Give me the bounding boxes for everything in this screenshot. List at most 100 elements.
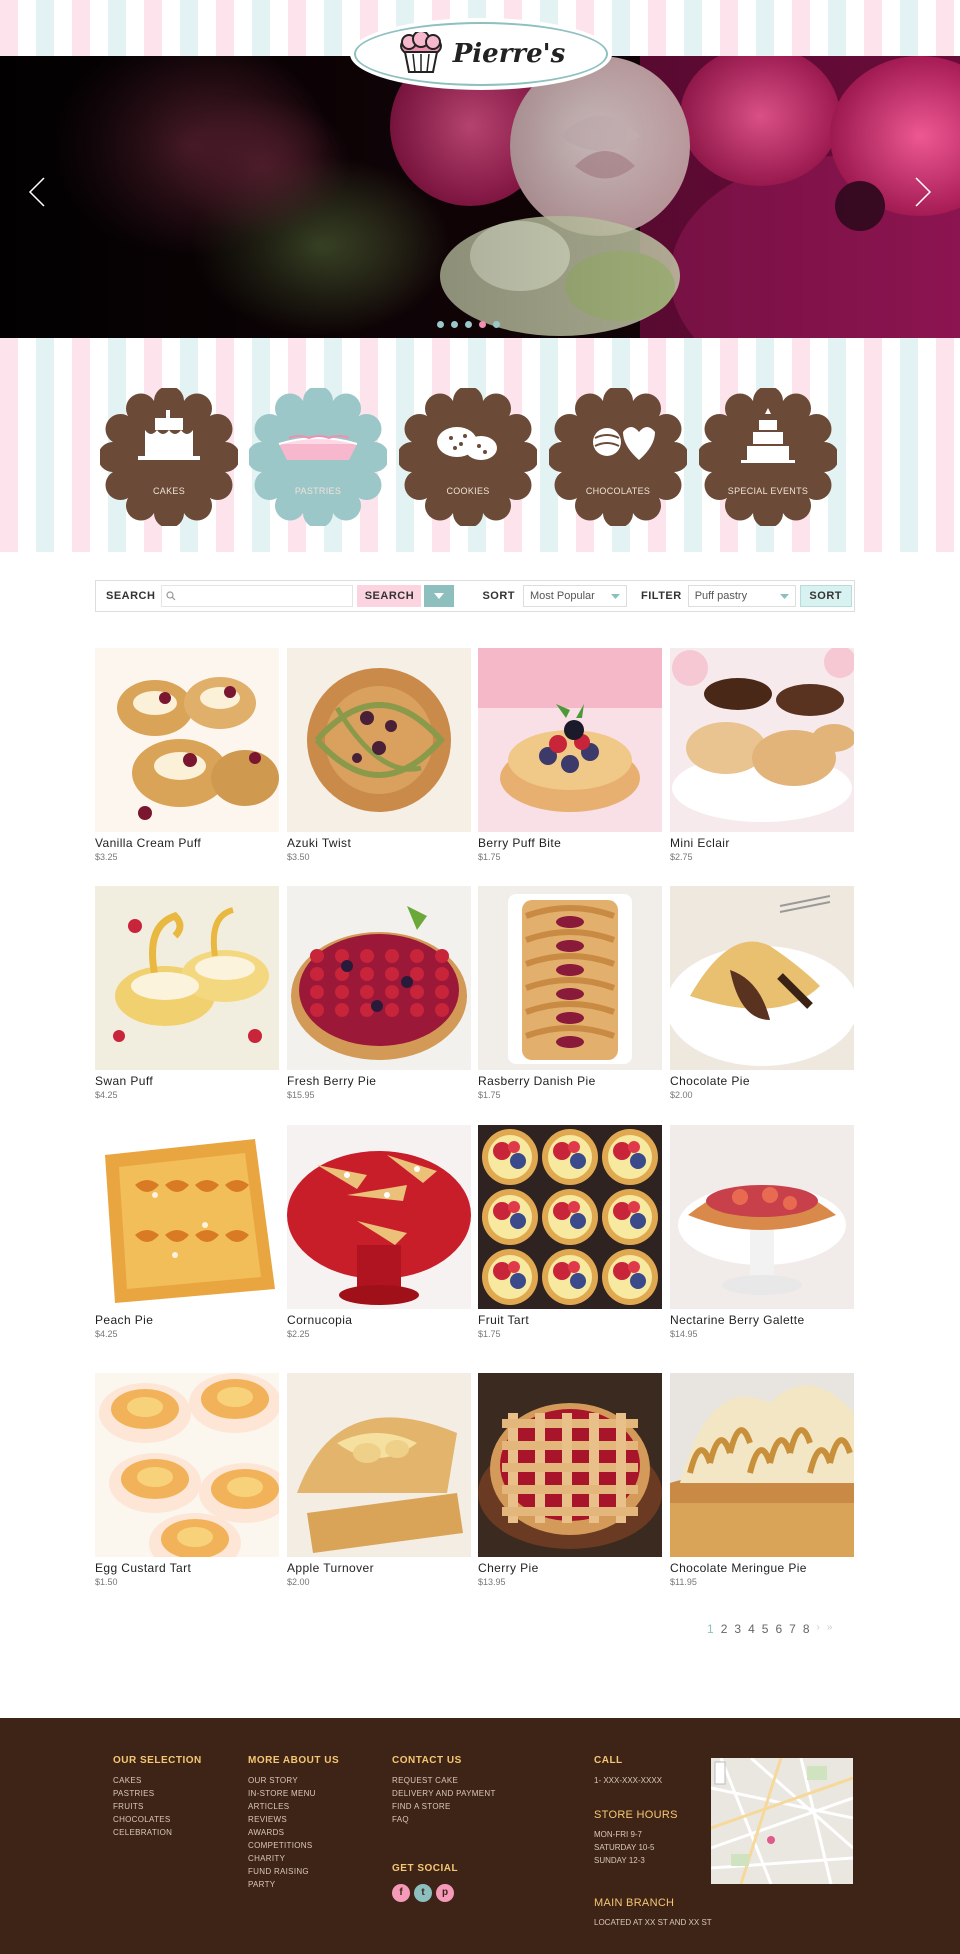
filter-selected-value: Puff pastry	[694, 590, 748, 602]
category-label: CAKES	[152, 486, 185, 496]
footer-link[interactable]: ARTICLES	[248, 1800, 339, 1813]
category-special-events[interactable]: SPECIAL EVENTS	[697, 386, 839, 528]
category-cakes[interactable]: CAKES	[98, 386, 240, 528]
page-link[interactable]: 2	[721, 1622, 728, 1636]
footer-link[interactable]: FAQ	[392, 1813, 496, 1826]
product-card[interactable]: Swan Puff $4.25	[95, 886, 279, 1100]
product-name[interactable]: Cherry Pie	[478, 1561, 662, 1575]
product-card[interactable]: Fruit Tart $1.75	[478, 1125, 662, 1339]
search-button[interactable]: SEARCH	[357, 585, 422, 607]
product-name[interactable]: Chocolate Meringue Pie	[670, 1561, 854, 1575]
slider-dot[interactable]	[479, 321, 486, 328]
search-options-dropdown[interactable]	[424, 585, 455, 607]
product-name[interactable]: Berry Puff Bite	[478, 836, 662, 850]
footer-link[interactable]: COMPETITIONS	[248, 1839, 339, 1852]
footer-link[interactable]: FRUITS	[113, 1800, 202, 1813]
footer-link[interactable]: IN-STORE MENU	[248, 1787, 339, 1800]
pagination: 1 2 3 4 5 6 7 8 › »	[707, 1622, 832, 1636]
product-name[interactable]: Chocolate Pie	[670, 1074, 854, 1088]
slider-prev-arrow-icon[interactable]	[16, 162, 56, 222]
footer-link[interactable]: REQUEST CAKE	[392, 1774, 496, 1787]
page-link[interactable]: 4	[748, 1622, 755, 1636]
product-name[interactable]: Fruit Tart	[478, 1313, 662, 1327]
product-card[interactable]: Rasberry Danish Pie $1.75	[478, 886, 662, 1100]
slider-dot[interactable]	[437, 321, 444, 328]
hero-flowers-image	[0, 56, 960, 338]
brand-name: Pierre's	[452, 39, 566, 69]
footer-link[interactable]: CAKES	[113, 1774, 202, 1787]
product-card[interactable]: Cherry Pie $13.95	[478, 1373, 662, 1587]
page-link[interactable]: 6	[775, 1622, 782, 1636]
product-card[interactable]: Cornucopia $2.25	[287, 1125, 471, 1339]
footer-link[interactable]: REVIEWS	[248, 1813, 339, 1826]
slider-dots[interactable]	[437, 321, 500, 328]
brand-logo[interactable]: Pierre's	[354, 22, 608, 86]
product-price: $1.75	[478, 1329, 501, 1339]
product-name[interactable]: Cornucopia	[287, 1313, 471, 1327]
product-name[interactable]: Vanilla Cream Puff	[95, 836, 279, 850]
product-card[interactable]: Mini Eclair $2.75	[670, 648, 854, 862]
footer-link[interactable]: PASTRIES	[113, 1787, 202, 1800]
sort-button[interactable]: SORT	[799, 585, 852, 607]
footer-heading: CONTACT US	[392, 1755, 462, 1766]
product-name[interactable]: Swan Puff	[95, 1074, 279, 1088]
product-card[interactable]: Egg Custard Tart $1.50	[95, 1373, 279, 1587]
footer-link[interactable]: AWARDS	[248, 1826, 339, 1839]
slider-next-arrow-icon[interactable]	[904, 162, 944, 222]
page-last-link[interactable]: »	[827, 1622, 833, 1636]
product-image	[478, 648, 662, 832]
store-map[interactable]	[711, 1758, 853, 1884]
product-price: $4.25	[95, 1090, 118, 1100]
product-price: $3.25	[95, 852, 118, 862]
footer-link[interactable]: CELEBRATION	[113, 1826, 202, 1839]
footer-link[interactable]: CHOCOLATES	[113, 1813, 202, 1826]
product-name[interactable]: Apple Turnover	[287, 1561, 471, 1575]
search-input[interactable]	[161, 585, 354, 607]
product-name[interactable]: Azuki Twist	[287, 836, 471, 850]
product-price: $14.95	[670, 1329, 698, 1339]
page-link[interactable]: 7	[789, 1622, 796, 1636]
category-chocolates[interactable]: CHOCOLATES	[547, 386, 689, 528]
footer-heading: CALL	[594, 1755, 623, 1766]
category-pastries[interactable]: PASTRIES	[247, 386, 389, 528]
page-link[interactable]: 1	[707, 1622, 714, 1636]
pinterest-icon[interactable]: p	[436, 1883, 454, 1902]
product-card[interactable]: Peach Pie $4.25	[95, 1125, 279, 1339]
footer-link[interactable]: FUND RAISING	[248, 1865, 339, 1878]
page-link[interactable]: 5	[762, 1622, 769, 1636]
slider-dot[interactable]	[493, 321, 500, 328]
product-card[interactable]: Apple Turnover $2.00	[287, 1373, 471, 1587]
product-card[interactable]: Chocolate Meringue Pie $11.95	[670, 1373, 854, 1587]
category-cookies[interactable]: COOKIES	[397, 386, 539, 528]
twitter-icon[interactable]: t	[414, 1883, 432, 1902]
slider-dot[interactable]	[451, 321, 458, 328]
footer-link[interactable]: PARTY	[248, 1878, 339, 1891]
product-name[interactable]: Nectarine Berry Galette	[670, 1313, 854, 1327]
product-image	[287, 1373, 471, 1557]
product-card[interactable]: Vanilla Cream Puff $3.25	[95, 648, 279, 862]
product-name[interactable]: Peach Pie	[95, 1313, 279, 1327]
sort-select[interactable]: Most Popular	[523, 585, 628, 607]
page-link[interactable]: 8	[803, 1622, 810, 1636]
slider-dot[interactable]	[465, 321, 472, 328]
product-card[interactable]: Chocolate Pie $2.00	[670, 886, 854, 1100]
product-card[interactable]: Nectarine Berry Galette $14.95	[670, 1125, 854, 1339]
product-name[interactable]: Fresh Berry Pie	[287, 1074, 471, 1088]
product-name[interactable]: Mini Eclair	[670, 836, 854, 850]
product-card[interactable]: Azuki Twist $3.50	[287, 648, 471, 862]
footer-link[interactable]: FIND A STORE	[392, 1800, 496, 1813]
filter-select[interactable]: Puff pastry	[687, 585, 796, 607]
product-card[interactable]: Fresh Berry Pie $15.95	[287, 886, 471, 1100]
facebook-icon[interactable]: f	[392, 1883, 410, 1902]
product-card[interactable]: Berry Puff Bite $1.75	[478, 648, 662, 862]
hero-slider[interactable]	[0, 56, 960, 338]
product-name[interactable]: Egg Custard Tart	[95, 1561, 279, 1575]
footer-link[interactable]: DELIVERY AND PAYMENT	[392, 1787, 496, 1800]
footer-link[interactable]: CHARITY	[248, 1852, 339, 1865]
product-price: $15.95	[287, 1090, 315, 1100]
footer-link[interactable]: OUR STORY	[248, 1774, 339, 1787]
page-link[interactable]: 3	[734, 1622, 741, 1636]
product-image	[670, 648, 854, 832]
product-name[interactable]: Rasberry Danish Pie	[478, 1074, 662, 1088]
page-next-link[interactable]: ›	[817, 1622, 820, 1636]
